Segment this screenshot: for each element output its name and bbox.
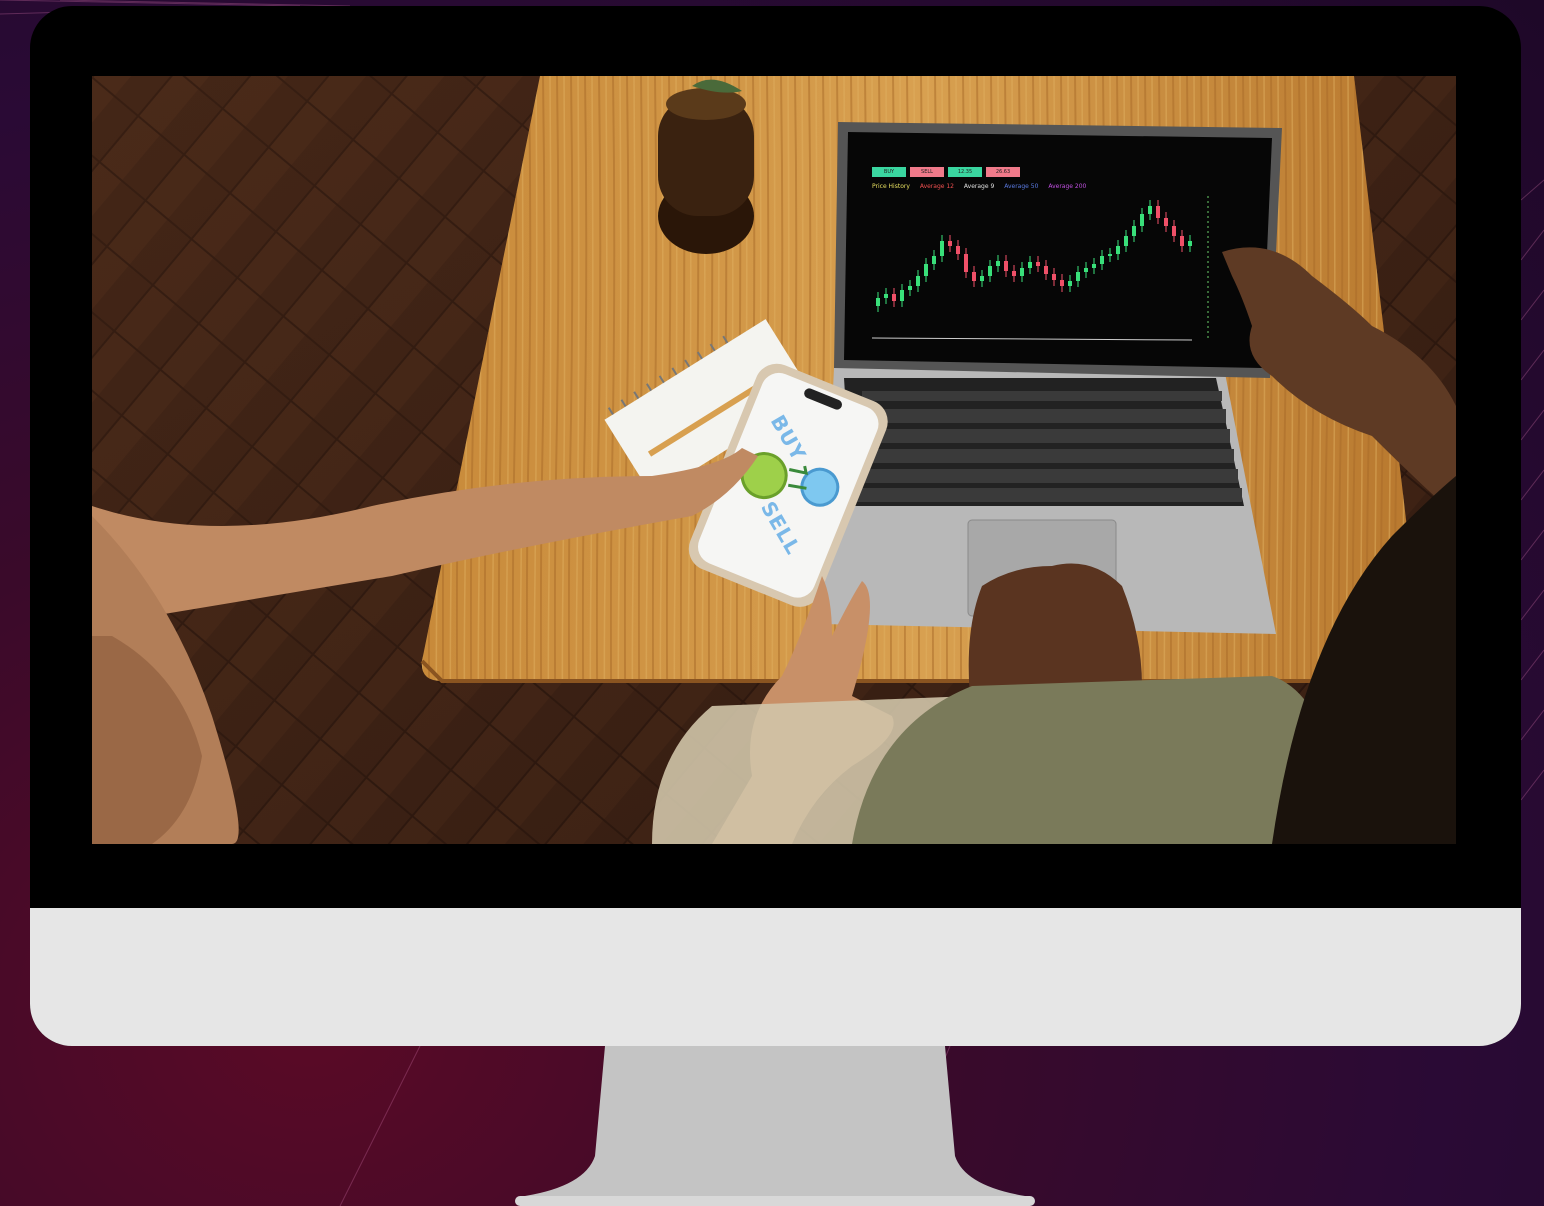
- legend-average-9: Average 9: [963, 183, 995, 190]
- legend-price-history: Price History: [872, 183, 910, 190]
- monitor-frame: BUY SELL 12.35 26.63 Price History Avera…: [30, 6, 1521, 1046]
- monitor-screen: BUY SELL 12.35 26.63 Price History Avera…: [92, 76, 1456, 844]
- buy-price-chip: 12.35: [948, 167, 982, 177]
- chart-legend: Price History Average 12 Average 9 Avera…: [872, 183, 1094, 190]
- legend-average-50: Average 50: [1004, 183, 1039, 190]
- buy-chip: BUY: [872, 167, 906, 177]
- sell-price-chip: 26.63: [986, 167, 1020, 177]
- legend-average-200: Average 200: [1048, 183, 1087, 190]
- legend-average-12: Average 12: [919, 183, 954, 190]
- monitor-chin: [30, 908, 1521, 1046]
- monitor-stand: [515, 1046, 1035, 1206]
- sell-chip: SELL: [910, 167, 944, 177]
- trading-photo: [92, 76, 1456, 844]
